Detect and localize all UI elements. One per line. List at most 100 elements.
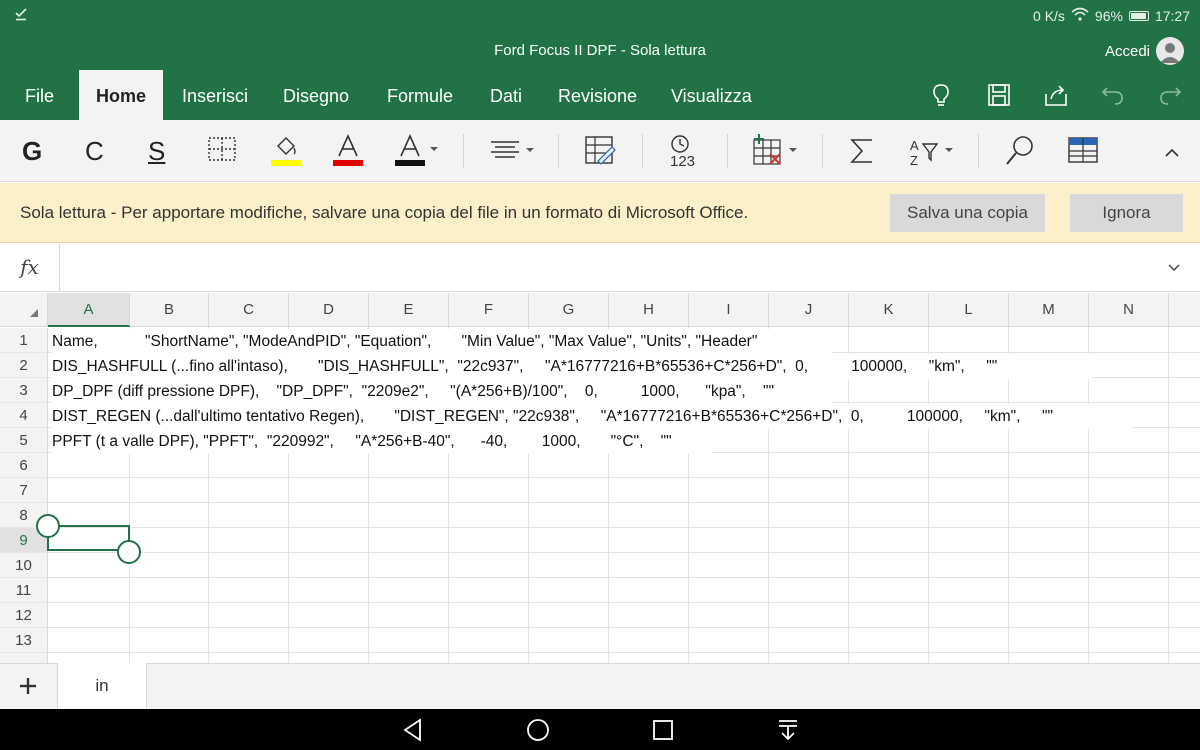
home-toolbar: G C S 123 AZ (0, 120, 1200, 182)
sheet-tabs-bar: in (0, 663, 1200, 710)
network-speed: 0 K/s (1033, 7, 1065, 24)
worksheet-grid[interactable]: A B C D E F G H I J K L M N 1 2 3 4 5 6 … (0, 293, 1200, 663)
sign-in-link[interactable]: Accedi (1105, 43, 1150, 60)
number-format-icon[interactable]: 123 (668, 134, 702, 170)
row-header-11[interactable]: 11 (0, 578, 48, 603)
column-header-e[interactable]: E (369, 293, 449, 327)
row-header-3[interactable]: 3 (0, 378, 48, 403)
sort-filter-icon[interactable]: AZ (908, 134, 958, 168)
toolbar-divider (558, 134, 559, 168)
column-header-d[interactable]: D (289, 293, 369, 327)
underline-button[interactable]: S (148, 134, 174, 168)
back-icon[interactable] (400, 717, 426, 743)
column-header-j[interactable]: J (769, 293, 849, 327)
svg-text:Z: Z (910, 153, 918, 168)
selection-handle-start[interactable] (36, 514, 60, 538)
column-header-l[interactable]: L (929, 293, 1009, 327)
column-header-n[interactable]: N (1089, 293, 1169, 327)
svg-text:A: A (910, 138, 919, 153)
formula-bar: fx (0, 244, 1200, 292)
column-header-h[interactable]: H (609, 293, 689, 327)
grid-line (48, 477, 1200, 478)
redo-icon[interactable] (1157, 82, 1183, 108)
text-color-dropdown-icon[interactable] (394, 134, 442, 168)
tab-home[interactable]: Home (79, 70, 164, 120)
grid-line (48, 552, 1200, 553)
row-header-13[interactable]: 13 (0, 628, 48, 653)
fill-color-icon[interactable] (270, 134, 302, 168)
add-sheet-button[interactable] (0, 664, 56, 710)
row-header-1[interactable]: 1 (0, 328, 48, 353)
column-header-f[interactable]: F (449, 293, 529, 327)
tab-view[interactable]: Visualizza (671, 70, 752, 120)
search-icon[interactable] (1004, 134, 1036, 168)
column-header-i[interactable]: I (689, 293, 769, 327)
tab-draw[interactable]: Disegno (283, 70, 349, 120)
grid-line (48, 652, 1200, 653)
check-download-icon (14, 7, 28, 24)
document-title: Ford Focus II DPF - Sola lettura (494, 42, 706, 59)
grid-line (48, 602, 1200, 603)
tab-data[interactable]: Dati (490, 70, 522, 120)
battery-icon (1128, 10, 1149, 21)
row-header-14[interactable] (0, 653, 48, 663)
cell-a1[interactable]: Name, "ShortName", "ModeAndPID", "Equati… (52, 329, 832, 354)
undo-icon[interactable] (1100, 82, 1126, 108)
cell-a5[interactable]: PPFT (t a valle DPF), "PPFT", "220992", … (52, 429, 712, 454)
column-header-c[interactable]: C (209, 293, 289, 327)
insert-delete-icon[interactable] (752, 134, 800, 168)
save-icon[interactable] (986, 82, 1012, 108)
toolbar-divider (978, 134, 979, 168)
cell-a4[interactable]: DIST_REGEN (...dall'ultimo tentativo Reg… (52, 404, 1132, 429)
toolbar-divider (642, 134, 643, 168)
row-header-4[interactable]: 4 (0, 403, 48, 428)
tab-file[interactable]: File (25, 70, 54, 120)
sheet-tab-in[interactable]: in (57, 663, 147, 710)
share-icon[interactable] (1043, 82, 1069, 108)
tab-formulas[interactable]: Formule (387, 70, 453, 120)
row-header-6[interactable]: 6 (0, 453, 48, 478)
row-header-5[interactable]: 5 (0, 428, 48, 453)
collapse-ribbon-icon[interactable] (1162, 144, 1182, 178)
lightbulb-icon[interactable] (928, 82, 954, 108)
ignore-button[interactable]: Ignora (1070, 194, 1183, 232)
autosum-icon[interactable] (848, 134, 876, 168)
recents-icon[interactable] (650, 717, 676, 743)
cell-a2[interactable]: DIS_HASHFULL (...fino all'intaso), "DIS_… (52, 354, 1092, 379)
bold-button[interactable]: G (22, 134, 48, 168)
notification-pull-icon[interactable] (775, 717, 801, 743)
toolbar-divider (463, 134, 464, 168)
row-header-2[interactable]: 2 (0, 353, 48, 378)
column-header-g[interactable]: G (529, 293, 609, 327)
read-only-message: Sola lettura - Per apportare modifiche, … (20, 203, 749, 222)
system-nav-bar (0, 709, 1200, 750)
tab-review[interactable]: Revisione (558, 70, 637, 120)
avatar[interactable] (1156, 37, 1184, 65)
italic-button[interactable]: C (85, 134, 111, 168)
column-header-b[interactable]: B (130, 293, 209, 327)
home-icon[interactable] (525, 717, 551, 743)
row-header-7[interactable]: 7 (0, 478, 48, 503)
font-color-icon[interactable] (332, 134, 364, 168)
selection-handle-end[interactable] (117, 540, 141, 564)
chevron-down-icon[interactable] (1166, 260, 1182, 279)
title-bar: Ford Focus II DPF - Sola lettura Accedi (0, 32, 1200, 70)
select-all-corner[interactable] (0, 293, 48, 327)
column-header-k[interactable]: K (849, 293, 929, 327)
read-only-banner: Sola lettura - Per apportare modifiche, … (0, 183, 1200, 243)
wrap-text-icon[interactable] (584, 134, 616, 168)
row-header-12[interactable]: 12 (0, 603, 48, 628)
borders-icon[interactable] (207, 134, 237, 168)
column-header-o[interactable] (1169, 293, 1200, 327)
tab-insert[interactable]: Inserisci (182, 70, 248, 120)
toolbar-divider (822, 134, 823, 168)
column-header-m[interactable]: M (1009, 293, 1089, 327)
save-copy-button[interactable]: Salva una copia (890, 194, 1045, 232)
column-header-a[interactable]: A (48, 293, 130, 327)
grid-line (48, 577, 1200, 578)
align-icon[interactable] (489, 134, 537, 168)
row-header-10[interactable]: 10 (0, 553, 48, 578)
cell-a3[interactable]: DP_DPF (diff pressione DPF), "DP_DPF", "… (52, 379, 832, 404)
table-format-icon[interactable] (1067, 134, 1099, 168)
battery-percent: 96% (1094, 7, 1123, 24)
